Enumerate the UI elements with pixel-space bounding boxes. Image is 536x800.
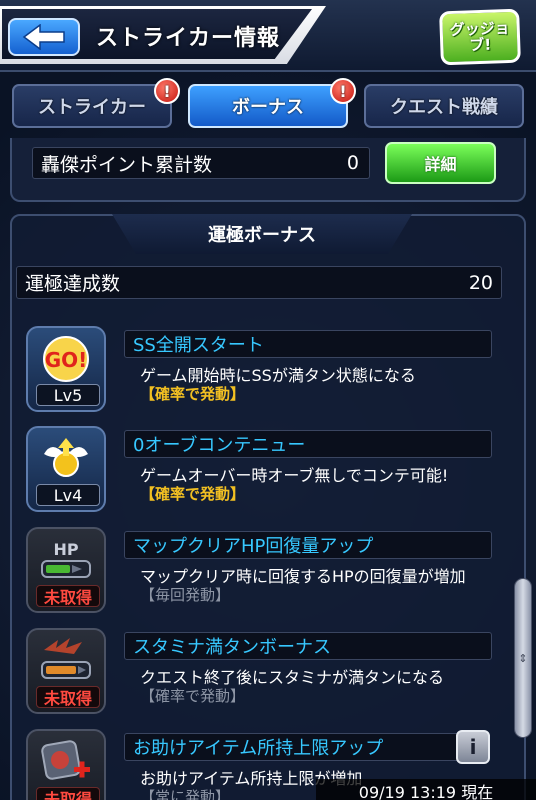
tab-bonus[interactable]: ボーナス ! bbox=[188, 78, 356, 128]
section-title: 運極ボーナス bbox=[112, 214, 412, 254]
bonus-activation: 【毎回発動】 bbox=[140, 586, 231, 604]
back-arrow-icon bbox=[22, 24, 65, 50]
svg-text:GO!: GO! bbox=[45, 348, 88, 372]
points-label: 轟傑ポイント累計数 bbox=[41, 153, 213, 176]
bonus-name: スタミナ満タンボーナス bbox=[124, 632, 492, 660]
bonus-icon-frame: Lv4 bbox=[26, 426, 106, 512]
detail-button[interactable]: 詳細 bbox=[385, 142, 496, 184]
header-bar: ストライカー情報 グッジョブ! bbox=[0, 0, 536, 72]
bonus-name: SS全開スタート bbox=[124, 330, 492, 358]
tab-striker[interactable]: ストライカー ! bbox=[12, 78, 180, 128]
bonus-activation: 【確率で発動】 bbox=[140, 687, 246, 705]
hp-gauge-icon: HP bbox=[41, 540, 91, 578]
goodjob-label: グッジョブ! bbox=[449, 18, 511, 55]
winged-orb-icon bbox=[44, 438, 88, 477]
count-label: 運極達成数 bbox=[25, 273, 121, 295]
bonus-name: マップクリアHP回復量アップ bbox=[124, 531, 492, 559]
bonus-name: 0オーブコンテニュー bbox=[124, 430, 492, 458]
grip-icon: ⇕ bbox=[518, 651, 528, 665]
level-badge: 未取得 bbox=[36, 787, 100, 800]
bonus-item[interactable]: Lv4 0オーブコンテニュー ゲームオーバー時オーブ無しでコンテ可能! 【確率で… bbox=[22, 426, 502, 526]
bonus-item[interactable]: GO! Lv5 SS全開スタート ゲーム開始時にSSが満タン状態になる 【確率で… bbox=[22, 326, 502, 426]
timestamp: 09/19 13:19 現在 bbox=[316, 779, 536, 800]
go-icon: GO! bbox=[43, 336, 89, 382]
goodjob-button[interactable]: グッジョブ! bbox=[439, 8, 521, 66]
bonus-icon-frame: 未取得 bbox=[26, 628, 106, 714]
tab-label: クエスト戦績 bbox=[390, 97, 498, 118]
achievement-count-row: 運極達成数 20 bbox=[16, 266, 502, 299]
alert-badge-icon: ! bbox=[330, 78, 356, 104]
info-button[interactable]: i bbox=[456, 730, 490, 764]
level-badge: 未取得 bbox=[36, 686, 100, 708]
tab-label: ボーナス bbox=[232, 97, 304, 118]
bonus-icon-frame: GO! Lv5 bbox=[26, 326, 106, 412]
points-value: 0 bbox=[346, 152, 359, 174]
bonus-icon-frame: 未取得 bbox=[26, 729, 106, 800]
scrollbar-thumb[interactable]: ⇕ bbox=[514, 578, 532, 738]
tab-bar: ストライカー ! ボーナス ! クエスト戦績 bbox=[0, 78, 536, 132]
count-value: 20 bbox=[468, 271, 493, 294]
back-button[interactable] bbox=[8, 18, 80, 56]
bonus-icon-frame: HP 未取得 bbox=[26, 527, 106, 613]
item-plus-icon bbox=[41, 740, 90, 780]
points-row: 轟傑ポイント累計数 0 bbox=[32, 147, 370, 179]
tab-label: ストライカー bbox=[38, 97, 146, 118]
bonus-activation: 【常に発動】 bbox=[140, 788, 231, 800]
svg-text:HP: HP bbox=[53, 540, 78, 559]
bonus-activation: 【確率で発動】 bbox=[140, 385, 246, 403]
level-badge: Lv5 bbox=[36, 384, 100, 406]
stamina-gauge-icon bbox=[41, 638, 91, 679]
bonus-activation: 【確率で発動】 bbox=[140, 485, 246, 503]
level-badge: 未取得 bbox=[36, 585, 100, 607]
bonus-item[interactable]: 未取得 スタミナ満タンボーナス クエスト終了後にスタミナが満タンになる 【確率で… bbox=[22, 628, 502, 728]
level-badge: Lv4 bbox=[36, 484, 100, 506]
alert-badge-icon: ! bbox=[154, 78, 180, 104]
page-title: ストライカー情報 bbox=[96, 26, 281, 51]
tab-quest-record[interactable]: クエスト戦績 bbox=[364, 84, 524, 128]
bonus-name: お助けアイテム所持上限アップ bbox=[124, 733, 460, 761]
bonus-item[interactable]: HP 未取得 マップクリアHP回復量アップ マップクリア時に回復するHPの回復量… bbox=[22, 527, 502, 627]
